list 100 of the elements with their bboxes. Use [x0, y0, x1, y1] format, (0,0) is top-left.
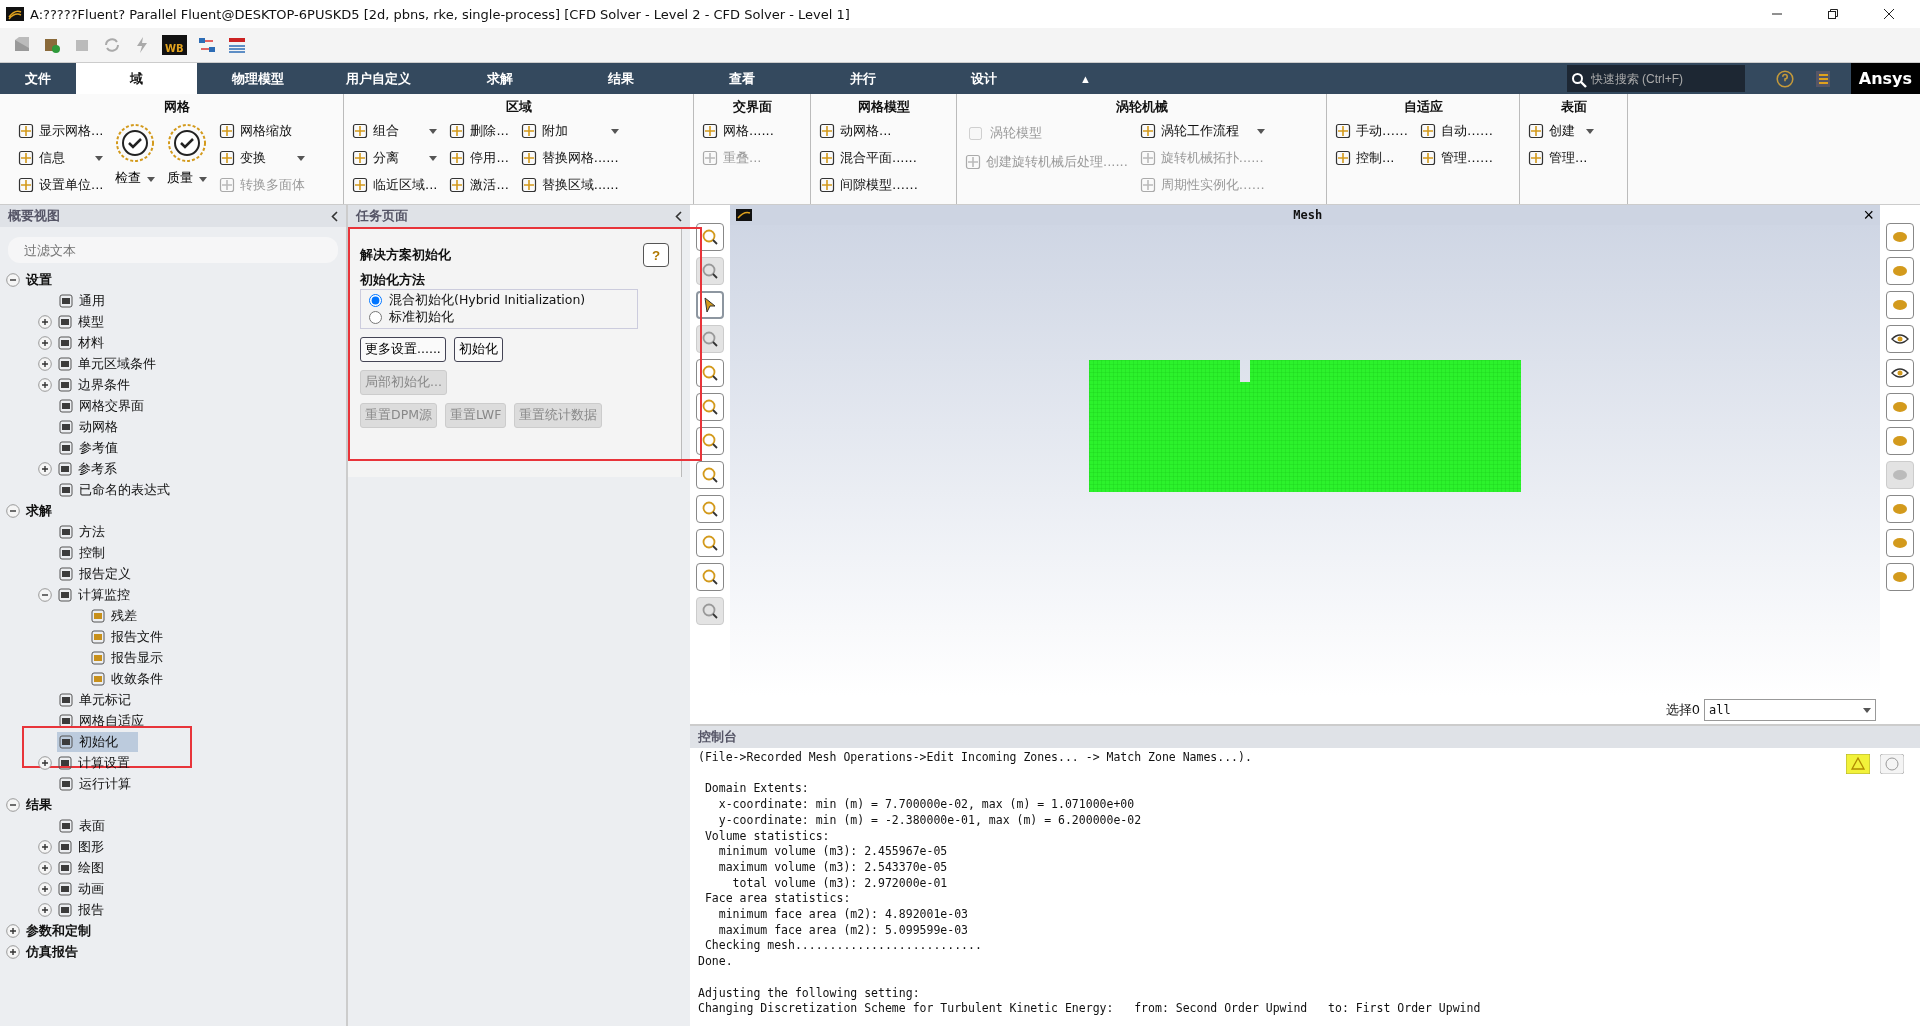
ribbon-button[interactable]: 信息	[16, 146, 106, 170]
collapse-ribbon-button[interactable]: ▲	[1074, 63, 1097, 94]
tool-button[interactable]	[696, 291, 724, 319]
ribbon-button[interactable]: 混合平面......	[817, 146, 920, 170]
ribbon-tab[interactable]: 查看	[681, 63, 802, 94]
expand-toggle-icon[interactable]	[38, 335, 52, 350]
filter-field[interactable]: 过滤文本	[8, 237, 338, 263]
tree-item[interactable]: 仿真报告	[24, 941, 98, 962]
tree-item[interactable]: 材料	[56, 332, 124, 353]
tree-item[interactable]: 收敛条件	[89, 668, 183, 689]
ribbon-tab[interactable]: 结果	[560, 63, 681, 94]
tree-item[interactable]: 结果	[24, 794, 72, 815]
ribbon-button[interactable]: 临近区域...	[350, 173, 440, 197]
tree-item[interactable]: 报告定义	[57, 563, 151, 584]
ribbon-button[interactable]: 删除...	[447, 119, 511, 143]
ribbon-button[interactable]: 涡轮工作流程	[1137, 119, 1267, 143]
ribbon-button[interactable]: 控制...	[1333, 146, 1410, 170]
expand-toggle-icon[interactable]	[38, 377, 52, 392]
tree-item[interactable]: 边界条件	[56, 374, 150, 395]
tree-item[interactable]: 运行计算	[57, 773, 151, 794]
expand-toggle-icon[interactable]	[38, 356, 52, 371]
expand-toggle-icon[interactable]	[38, 881, 52, 896]
ribbon-button[interactable]: 替换区域......	[518, 173, 621, 197]
tree-item[interactable]: 参考系	[56, 458, 137, 479]
ribbon-tab[interactable]: 域	[76, 63, 197, 94]
ribbon-button[interactable]: 组合	[350, 119, 440, 143]
collapse-toggle-icon[interactable]	[6, 503, 20, 518]
tree-item[interactable]: 报告文件	[89, 626, 183, 647]
tree-item[interactable]: 网格交界面	[57, 395, 164, 416]
expand-toggle-icon[interactable]	[6, 923, 20, 938]
expand-toggle-icon[interactable]	[38, 860, 52, 875]
restore-icon[interactable]	[1826, 7, 1840, 21]
close-button[interactable]: ×	[1863, 204, 1874, 226]
close-icon[interactable]	[1882, 7, 1896, 21]
expand-toggle-icon[interactable]	[38, 314, 52, 329]
tree-item[interactable]: 动画	[56, 878, 124, 899]
task-button[interactable]: 更多设置......	[360, 337, 446, 362]
tool-button[interactable]	[1886, 359, 1914, 387]
ribbon-button[interactable]: 显示网格...	[16, 119, 106, 143]
ribbon-button[interactable]: 自动……	[1418, 119, 1495, 143]
expand-toggle-icon[interactable]	[38, 461, 52, 476]
tool-button[interactable]	[1886, 325, 1914, 353]
tree-item[interactable]: 参数和定制	[24, 920, 111, 941]
search-field[interactable]: 快速搜索 (Ctrl+F)	[1566, 65, 1745, 92]
ribbon-tab[interactable]: 用户自定义	[318, 63, 439, 94]
tree-item[interactable]: 控制	[57, 542, 125, 563]
tree-item[interactable]: 绘图	[56, 857, 124, 878]
tree-item[interactable]: 残差	[89, 605, 157, 626]
tree-item[interactable]: 图形	[56, 836, 124, 857]
radio-button[interactable]	[369, 311, 382, 324]
tree-item[interactable]: 初始化	[57, 731, 138, 752]
tree-item[interactable]: 参考值	[57, 437, 138, 458]
ribbon-button[interactable]: 手动……	[1333, 119, 1410, 143]
ribbon-button[interactable]: 网格......	[700, 119, 776, 143]
ribbon-button[interactable]: 变换	[217, 146, 308, 170]
ribbon-button[interactable]: 附加	[518, 119, 621, 143]
expand-toggle-icon[interactable]	[38, 839, 52, 854]
ribbon-button[interactable]: 停用...	[447, 146, 511, 170]
tree-item[interactable]: 动网格	[57, 416, 138, 437]
tree-item[interactable]: 计算设置	[56, 752, 150, 773]
ribbon-button[interactable]: 检查	[113, 119, 158, 191]
tree-item[interactable]: 单元标记	[57, 689, 151, 710]
help-button[interactable]: ?	[643, 243, 669, 267]
workbench-button[interactable]: WB	[162, 35, 187, 55]
tree-item[interactable]: 模型	[56, 311, 124, 332]
tree-item[interactable]: 计算监控	[56, 584, 150, 605]
tree-item[interactable]: 方法	[57, 521, 125, 542]
ribbon-tab[interactable]: 设计	[923, 63, 1044, 94]
ribbon-button[interactable]: 激活...	[447, 173, 511, 197]
tree-item[interactable]: 网格自适应	[57, 710, 164, 731]
ribbon-tab[interactable]: 并行	[802, 63, 923, 94]
ribbon-button[interactable]: 动网格...	[817, 119, 920, 143]
tree-item[interactable]: 求解	[24, 500, 72, 521]
expand-toggle-icon[interactable]	[6, 944, 20, 959]
tree-item[interactable]: 单元区域条件	[56, 353, 176, 374]
radio-button[interactable]	[369, 294, 382, 307]
tree-item[interactable]: 通用	[57, 290, 125, 311]
collapse-toggle-icon[interactable]	[38, 587, 52, 602]
ribbon-button[interactable]: 分离	[350, 146, 440, 170]
lines-icon[interactable]	[226, 35, 247, 55]
expand-toggle-icon[interactable]	[38, 755, 52, 770]
ribbon-button[interactable]: 创建	[1526, 119, 1596, 143]
warning-icon[interactable]	[1846, 754, 1870, 774]
ribbon-tab[interactable]: 物理模型	[197, 63, 318, 94]
ribbon-button[interactable]: 质量	[165, 119, 210, 191]
expand-toggle-icon[interactable]	[38, 902, 52, 917]
tree-item[interactable]: 已命名的表达式	[57, 479, 190, 500]
ribbon-button[interactable]: 设置单位...	[16, 173, 106, 197]
ribbon-button[interactable]: 管理...	[1526, 146, 1596, 170]
ribbon-button[interactable]: 网格缩放	[217, 119, 308, 143]
tree-item[interactable]: 报告显示	[89, 647, 183, 668]
task-button[interactable]: 初始化	[453, 337, 503, 362]
tree-item[interactable]: 表面	[57, 815, 125, 836]
ribbon-button[interactable]: 间隙模型……	[817, 173, 920, 197]
selection-dropdown[interactable]: all	[1704, 699, 1876, 721]
ribbon-tab[interactable]: 求解	[439, 63, 560, 94]
ribbon-tab[interactable]: 文件	[0, 63, 76, 94]
ribbon-button[interactable]: 替换网格......	[518, 146, 621, 170]
collapse-toggle-icon[interactable]	[6, 272, 20, 287]
tree-item[interactable]: 报告	[56, 899, 124, 920]
